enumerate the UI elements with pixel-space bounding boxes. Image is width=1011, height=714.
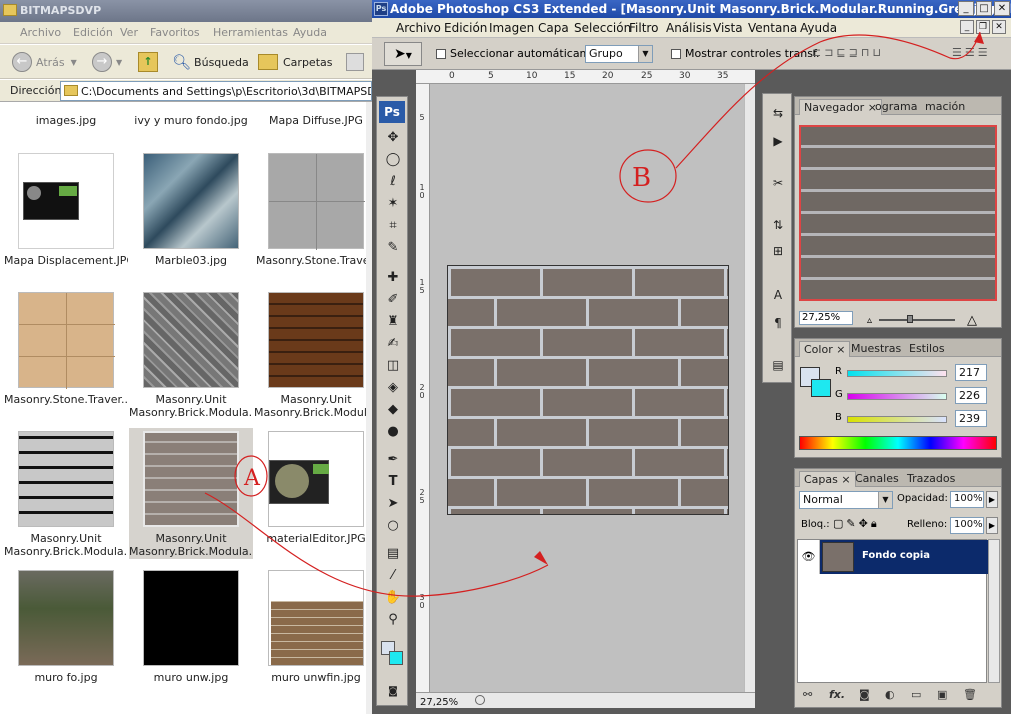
annotation-label-a: A [243, 466, 261, 491]
annotation-overlay: A B [204, 31, 984, 597]
annotation-arrow-a [204, 492, 549, 597]
annotation-arrowhead-b [974, 32, 984, 44]
annotation-arrowhead-a [534, 551, 548, 565]
annotation-label-b: B [632, 163, 651, 193]
annotation-arrow-b [675, 31, 981, 169]
